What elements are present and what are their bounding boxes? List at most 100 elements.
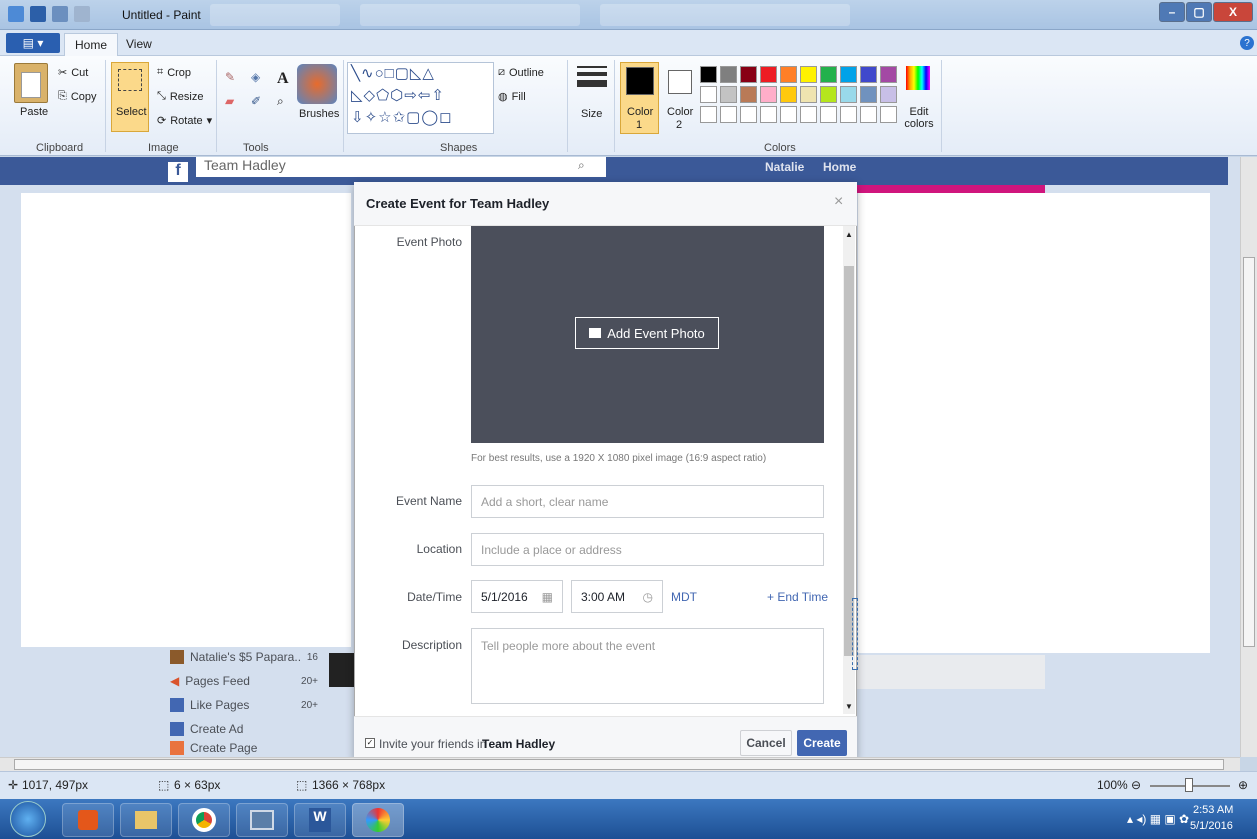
fill-bucket-icon[interactable]: ◈: [251, 70, 271, 88]
taskbar-chrome[interactable]: [178, 803, 230, 837]
location-input[interactable]: Include a place or address: [471, 533, 824, 566]
color-swatch[interactable]: [860, 66, 877, 83]
tab-view[interactable]: View: [116, 33, 162, 56]
text-tool-icon[interactable]: A: [277, 70, 297, 88]
taskbar-explorer[interactable]: [120, 803, 172, 837]
taskbar-paint[interactable]: [352, 803, 404, 837]
invite-checkbox[interactable]: ✓: [365, 738, 375, 748]
eraser-icon[interactable]: ▰: [225, 94, 245, 109]
zoom-in-icon[interactable]: ⊕: [1238, 778, 1248, 792]
resize-button[interactable]: ⤡ Resize: [157, 90, 203, 103]
color-swatch[interactable]: [840, 106, 857, 123]
timezone-link[interactable]: MDT: [671, 590, 697, 604]
color-swatch[interactable]: [860, 106, 877, 123]
color-swatch[interactable]: [760, 106, 777, 123]
color-swatch[interactable]: [860, 86, 877, 103]
color-swatch[interactable]: [820, 66, 837, 83]
rotate-button[interactable]: ⟳ Rotate ▾: [157, 114, 212, 128]
horizontal-scrollbar[interactable]: [0, 757, 1240, 771]
color-swatch[interactable]: [820, 86, 837, 103]
color-swatch[interactable]: [820, 106, 837, 123]
copy-button[interactable]: ⎘ Copy: [58, 90, 97, 103]
tab-home[interactable]: Home: [64, 33, 119, 56]
paint-app-icon[interactable]: [8, 6, 24, 22]
close-button[interactable]: X: [1213, 2, 1253, 22]
color-swatch[interactable]: [880, 86, 897, 103]
color-swatch[interactable]: [840, 86, 857, 103]
color-swatch[interactable]: [720, 86, 737, 103]
edit-colors-icon[interactable]: [906, 66, 930, 90]
color-swatch[interactable]: [780, 66, 797, 83]
vertical-scrollbar[interactable]: [1240, 157, 1257, 757]
facebook-logo-icon: f: [168, 162, 188, 182]
date-input[interactable]: 5/1/2016 ▦: [471, 580, 563, 613]
undo-icon[interactable]: [52, 6, 68, 22]
crop-button[interactable]: ⌗ Crop: [157, 66, 191, 79]
taskbar-orange-app[interactable]: [62, 803, 114, 837]
color-swatch[interactable]: [760, 66, 777, 83]
color-swatch[interactable]: [780, 106, 797, 123]
color-swatch[interactable]: [700, 86, 717, 103]
vertical-scrollbar-thumb[interactable]: [1243, 257, 1255, 647]
brushes-button[interactable]: Brushes: [299, 108, 339, 120]
tray-icons[interactable]: ▴ ◂) ▦ ▣ ✿: [1127, 812, 1189, 826]
end-time-link[interactable]: + End Time: [767, 590, 828, 604]
scroll-down-icon[interactable]: ▼: [845, 702, 853, 711]
paste-button[interactable]: Paste: [20, 106, 48, 118]
minimize-button[interactable]: –: [1159, 2, 1185, 22]
color-swatch[interactable]: [880, 106, 897, 123]
start-button[interactable]: [10, 801, 46, 837]
taskbar-word[interactable]: W: [294, 803, 346, 837]
shapes-gallery[interactable]: ╲∿○□▢◺△ ◺◇⬠⬡⇨⇦⇧ ⇩✧☆✩▢◯◻: [347, 62, 494, 134]
datetime-label: Date/Time: [407, 590, 462, 604]
close-icon[interactable]: ×: [834, 193, 843, 211]
color-swatch[interactable]: [700, 66, 717, 83]
color-swatch[interactable]: [800, 106, 817, 123]
outline-dropdown[interactable]: ⧄ Outline: [498, 66, 544, 79]
create-button[interactable]: Create: [797, 730, 847, 756]
clipboard-group-label: Clipboard: [36, 142, 84, 154]
edit-colors-button[interactable]: Edit colors: [902, 106, 936, 130]
horizontal-scrollbar-thumb[interactable]: [14, 759, 1224, 770]
color-swatch[interactable]: [840, 66, 857, 83]
color-swatch[interactable]: [720, 66, 737, 83]
fb-sidebar-item: ◀ Pages Feed 20+: [170, 669, 318, 693]
time-input[interactable]: 3:00 AM ◷: [571, 580, 663, 613]
event-name-input[interactable]: Add a short, clear name: [471, 485, 824, 518]
brushes-icon[interactable]: [297, 64, 337, 104]
color-swatch[interactable]: [800, 66, 817, 83]
color-swatch[interactable]: [880, 66, 897, 83]
paint-menu-button[interactable]: ▤ ▾: [6, 33, 60, 53]
cancel-button[interactable]: Cancel: [740, 730, 792, 756]
selection-handle[interactable]: [852, 598, 858, 670]
color-swatch[interactable]: [740, 86, 757, 103]
color-picker-icon[interactable]: ✐: [251, 94, 271, 109]
color-swatch[interactable]: [720, 106, 737, 123]
taskbar-window-app[interactable]: [236, 803, 288, 837]
pencil-icon[interactable]: ✎: [225, 70, 245, 88]
cut-button[interactable]: ✂ Cut: [58, 66, 88, 80]
size-button[interactable]: Size: [581, 108, 602, 120]
select-button[interactable]: [111, 62, 149, 132]
add-event-photo-button[interactable]: Add Event Photo: [575, 317, 719, 349]
paste-icon[interactable]: [14, 63, 48, 103]
color-swatch[interactable]: [700, 106, 717, 123]
color-swatch[interactable]: [780, 86, 797, 103]
scroll-up-icon[interactable]: ▲: [845, 230, 853, 239]
description-textarea[interactable]: Tell people more about the event: [471, 628, 824, 704]
color-swatch[interactable]: [760, 86, 777, 103]
size-icon[interactable]: [577, 66, 607, 87]
help-icon[interactable]: ?: [1240, 36, 1254, 50]
color-swatch[interactable]: [740, 106, 757, 123]
zoom-out-icon[interactable]: ⊖: [1131, 778, 1141, 792]
fill-dropdown[interactable]: ◍ Fill: [498, 90, 526, 104]
save-icon[interactable]: [30, 6, 46, 22]
color2-swatch[interactable]: [668, 70, 692, 94]
color-swatch[interactable]: [800, 86, 817, 103]
color-swatch[interactable]: [740, 66, 757, 83]
fill-icon: ◍: [498, 91, 508, 103]
redo-icon[interactable]: [74, 6, 90, 22]
magnifier-icon[interactable]: ⌕: [277, 94, 297, 109]
zoom-slider-thumb[interactable]: [1185, 778, 1193, 792]
maximize-button[interactable]: ▢: [1186, 2, 1212, 22]
